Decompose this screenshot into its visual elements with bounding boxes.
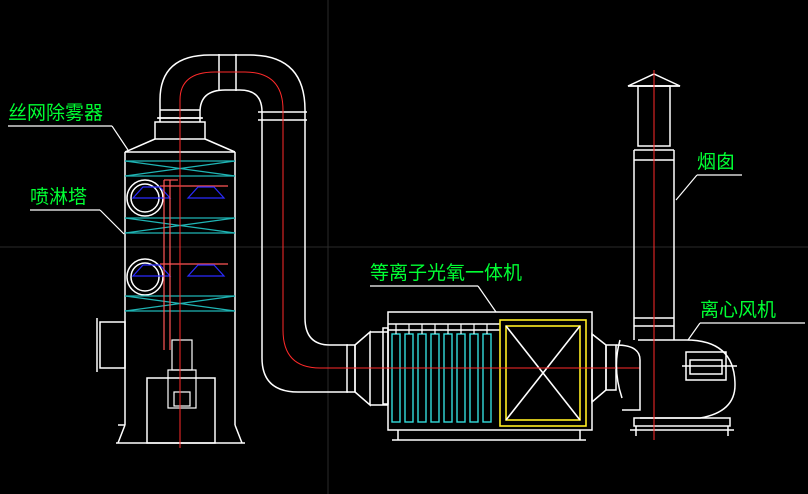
label-mist-eliminator: 丝网除雾器 xyxy=(8,102,104,124)
cad-guides xyxy=(0,0,808,494)
connecting-duct xyxy=(158,54,371,407)
uv-lamps xyxy=(391,333,492,423)
uv-lamp-tops xyxy=(395,324,488,334)
filter-module xyxy=(499,319,587,427)
process-diagram xyxy=(0,0,808,494)
duct-centerline xyxy=(179,71,370,369)
centrifugal-fan xyxy=(615,339,737,436)
label-spray-tower: 喷淋塔 xyxy=(30,186,88,208)
label-uv-ion-unit: 等离子光氧一体机 xyxy=(370,262,523,284)
label-chimney: 烟囱 xyxy=(697,151,736,173)
label-centrifugal-fan: 离心风机 xyxy=(700,299,777,321)
